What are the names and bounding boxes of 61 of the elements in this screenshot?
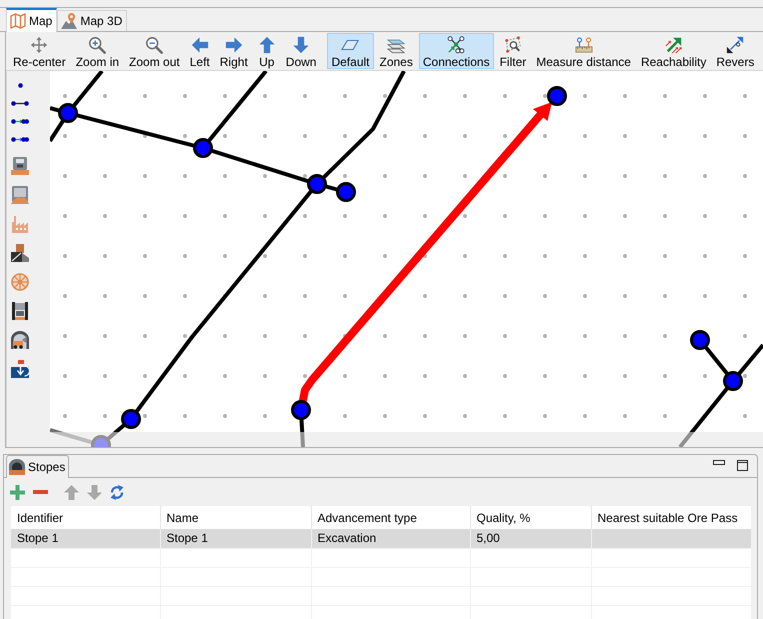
- table-cell: Stope 1: [11, 529, 160, 548]
- arrow-down-icon: [292, 36, 310, 54]
- toolbar-button[interactable]: Left: [186, 33, 214, 69]
- conveyor-icon[interactable]: [11, 244, 29, 262]
- map-node[interactable]: [291, 400, 311, 420]
- ruler-icon: [574, 36, 593, 54]
- segment-icon[interactable]: [11, 100, 29, 106]
- move-arrows-icon: [30, 36, 48, 54]
- toolbar-button[interactable]: Filter: [496, 33, 530, 69]
- map-node[interactable]: [690, 330, 710, 350]
- table-row[interactable]: Stope 1 Stope 1 Excavation 5,00: [11, 529, 751, 548]
- map-node[interactable]: [193, 138, 213, 158]
- double-arrow-icon: [726, 36, 744, 54]
- panel-tab[interactable]: Stopes: [6, 455, 70, 478]
- table-cell: Stope 1: [160, 529, 311, 548]
- map-icon: [10, 13, 26, 29]
- box-arrow-icon[interactable]: [11, 360, 29, 378]
- tab[interactable]: Map: [6, 8, 58, 32]
- arrow-right-icon: [224, 36, 243, 54]
- tunnel-vehicle-icon[interactable]: [11, 330, 29, 348]
- toolbar-button[interactable]: Revers: [712, 33, 758, 69]
- map-node[interactable]: [91, 435, 111, 447]
- toolbar-button[interactable]: Up: [254, 33, 280, 69]
- maximize-icon[interactable]: [737, 460, 748, 471]
- tunnel-icon: [9, 459, 25, 475]
- toolbar-button[interactable]: Re-center: [9, 33, 70, 69]
- map-node[interactable]: [336, 182, 356, 202]
- hoist-icon[interactable]: [11, 302, 29, 320]
- toolbar-button[interactable]: Zoom in: [72, 33, 124, 69]
- map-canvas[interactable]: [50, 71, 763, 432]
- arrow-up-icon: [258, 36, 276, 54]
- map-node[interactable]: [723, 371, 743, 391]
- toolbar-button[interactable]: Measure distance: [532, 33, 635, 69]
- toolbar-button[interactable]: Reachability: [636, 33, 710, 69]
- diagonal-arrows-icon: [664, 36, 683, 54]
- table-cell: 5,00: [470, 529, 591, 548]
- map-node[interactable]: [547, 86, 567, 106]
- zoom-in-icon: [88, 36, 106, 54]
- terrain-pin-icon: [61, 13, 78, 29]
- map-node[interactable]: [307, 174, 327, 194]
- tab[interactable]: Map 3D: [57, 10, 128, 31]
- toolbar-button[interactable]: Zones: [376, 33, 417, 69]
- toolbar-button[interactable]: Default: [327, 33, 374, 69]
- table-cell: Excavation: [311, 529, 470, 548]
- directed-segment-icon[interactable]: [11, 136, 29, 142]
- toolbar-button[interactable]: Right: [216, 33, 252, 69]
- directed-segment-icon[interactable]: [11, 118, 29, 124]
- network-icon: [447, 36, 466, 54]
- toolbar-button[interactable]: Zoom out: [125, 33, 184, 69]
- arrow-left-icon: [190, 36, 209, 54]
- ore-pile-icon[interactable]: [11, 186, 29, 204]
- map-node[interactable]: [58, 103, 78, 123]
- map-node[interactable]: [121, 409, 141, 429]
- refresh-icon[interactable]: [110, 484, 124, 500]
- node-icon[interactable]: [18, 82, 22, 88]
- machine-icon[interactable]: [11, 156, 29, 174]
- polygon-magnifier-icon: [504, 36, 522, 54]
- toolbar-button[interactable]: Down: [282, 33, 320, 69]
- minimize-icon[interactable]: [713, 460, 725, 465]
- toolbar-button[interactable]: Connections: [418, 33, 494, 69]
- zoom-out-icon: [145, 36, 164, 54]
